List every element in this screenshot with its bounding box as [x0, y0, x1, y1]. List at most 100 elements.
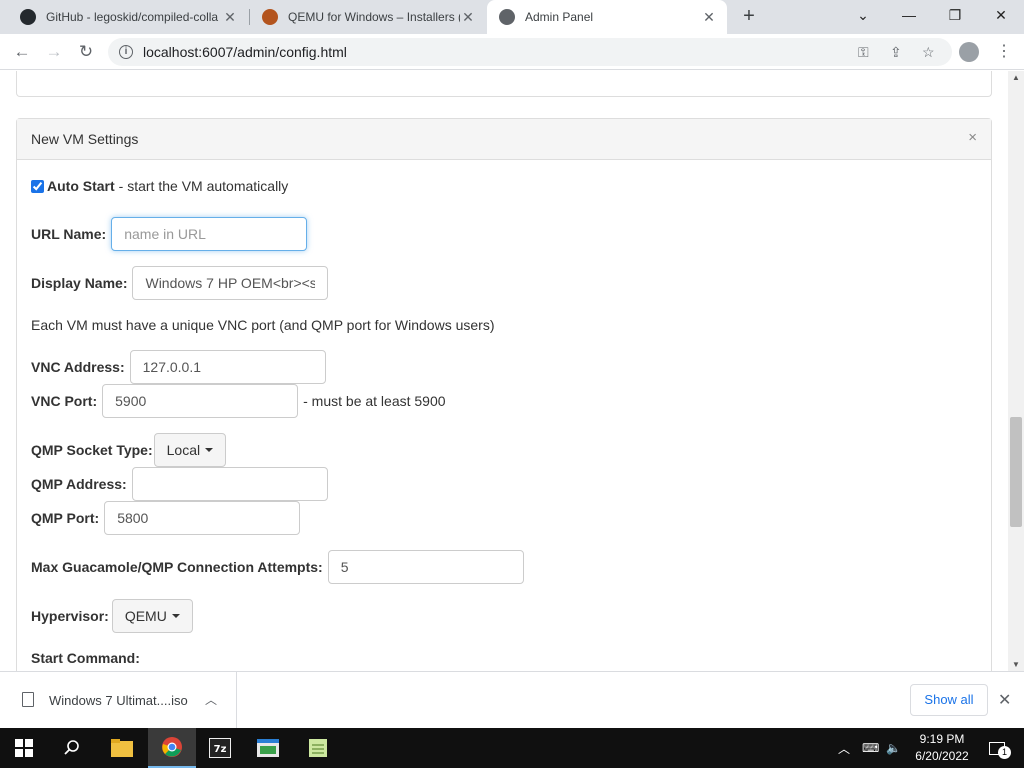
tab-title: QEMU for Windows – Installers (6 — [288, 10, 460, 24]
chevron-up-icon[interactable]: ︿ — [205, 691, 217, 708]
caret-down-icon — [205, 448, 214, 452]
close-icon[interactable]: ✕ — [998, 690, 1011, 710]
share-icon[interactable]: ⇪ — [890, 44, 902, 61]
file-explorer-button[interactable] — [98, 728, 146, 768]
max-attempts-input[interactable] — [327, 550, 524, 584]
notepad-icon — [309, 739, 327, 757]
new-tab-button[interactable]: + — [737, 5, 761, 29]
qmp-socket-type-label: QMP Socket Type: — [31, 442, 153, 458]
auto-start-checkbox[interactable] — [31, 179, 44, 193]
vnc-address-row: VNC Address: — [31, 350, 326, 384]
action-center-icon[interactable]: 1 — [984, 728, 1011, 768]
start-button[interactable] — [0, 728, 48, 768]
url-name-input[interactable] — [111, 217, 308, 251]
minimize-button[interactable]: — — [886, 0, 932, 30]
notification-count-badge: 1 — [998, 746, 1011, 759]
hypervisor-label: Hypervisor: — [31, 608, 109, 624]
scrollbar-thumb[interactable] — [1010, 417, 1022, 527]
close-icon[interactable]: ✕ — [222, 9, 238, 26]
forward-arrow-icon[interactable]: → — [42, 40, 66, 64]
vnc-port-hint: - must be at least 5900 — [303, 393, 446, 409]
qmp-port-input[interactable] — [104, 501, 301, 535]
close-icon[interactable]: ✕ — [701, 9, 717, 26]
profile-avatar[interactable] — [959, 42, 979, 62]
auto-start-description: - start the VM automatically — [118, 178, 289, 194]
scroll-up-arrow-icon[interactable]: ▲ — [1012, 73, 1020, 82]
address-bar[interactable]: i localhost:6007/admin/config.html — [108, 38, 952, 66]
window-close-button[interactable]: ✕ — [978, 0, 1024, 30]
vnc-port-input[interactable] — [102, 384, 299, 418]
show-hidden-icons-chevron-icon[interactable]: ︿ — [838, 728, 850, 768]
qmp-socket-type-row: QMP Socket Type: Local — [31, 433, 227, 467]
vnc-address-label: VNC Address: — [31, 359, 125, 375]
network-icon[interactable]: ⌨ — [862, 728, 879, 768]
display-name-input[interactable] — [132, 266, 329, 300]
display-name-label: Display Name: — [31, 275, 128, 291]
search-icon — [64, 740, 79, 755]
previous-panel — [16, 71, 992, 97]
clock-time: 9:19 PM — [919, 732, 965, 746]
maximize-button[interactable]: ❐ — [932, 0, 978, 30]
key-icon[interactable]: ⚿ — [858, 44, 869, 61]
page-viewport: New VM Settings × Auto Start - start the… — [0, 71, 1008, 671]
volume-icon[interactable]: 🔈 — [886, 728, 901, 768]
url-name-label: URL Name: — [31, 226, 107, 242]
page-scrollbar[interactable]: ▲ ▼ — [1008, 71, 1024, 671]
windows-logo-icon — [15, 739, 33, 757]
max-attempts-label: Max Guacamole/QMP Connection Attempts: — [31, 559, 323, 575]
panel-title: New VM Settings — [31, 131, 139, 147]
vnc-address-input[interactable] — [129, 350, 326, 384]
app-button[interactable] — [244, 728, 292, 768]
notepad-button[interactable] — [294, 728, 342, 768]
windows-taskbar: 7z ︿ ⌨ 🔈 9:19 PM 6/20/2022 1 — [0, 728, 1024, 768]
tab-admin-panel[interactable]: Admin Panel ✕ — [487, 0, 727, 34]
display-name-row: Display Name: — [31, 266, 329, 300]
auto-start-label: Auto Start — [47, 178, 115, 194]
globe-icon — [499, 9, 515, 25]
7zip-button[interactable]: 7z — [196, 728, 244, 768]
tab-github[interactable]: GitHub - legoskid/compiled-colla ✕ — [8, 0, 248, 34]
bookmark-star-icon[interactable]: ☆ — [922, 44, 935, 61]
chrome-icon — [162, 737, 182, 757]
auto-start-row: Auto Start - start the VM automatically — [31, 178, 288, 194]
svg-text:7z: 7z — [214, 744, 227, 755]
close-icon[interactable]: × — [968, 129, 977, 146]
caret-down-icon — [171, 614, 180, 618]
back-arrow-icon[interactable]: ← — [10, 40, 34, 64]
qmp-address-row: QMP Address: — [31, 467, 328, 501]
qmp-address-input[interactable] — [131, 467, 328, 501]
clock-date: 6/20/2022 — [915, 749, 969, 763]
reload-icon[interactable]: ↻ — [74, 40, 98, 64]
download-file-name: Windows 7 Ultimat....iso — [49, 693, 188, 708]
search-button[interactable] — [48, 728, 96, 768]
qmp-port-label: QMP Port: — [31, 510, 100, 526]
panel-heading: New VM Settings × — [17, 119, 991, 160]
tab-title: GitHub - legoskid/compiled-colla — [46, 10, 219, 24]
7zip-icon: 7z — [209, 738, 231, 758]
hypervisor-dropdown[interactable]: QEMU — [111, 599, 193, 633]
github-icon — [20, 9, 36, 25]
tab-qemu[interactable]: QEMU for Windows – Installers (6 ✕ — [250, 0, 486, 34]
menu-kebab-icon[interactable]: ⋮ — [996, 42, 1012, 62]
scroll-down-arrow-icon[interactable]: ▼ — [1012, 660, 1020, 669]
download-shelf: Windows 7 Ultimat....iso ︿ Show all ✕ — [0, 671, 1024, 728]
start-command-label: Start Command: — [31, 650, 140, 666]
qmp-port-row: QMP Port: — [31, 501, 301, 535]
download-item[interactable]: Windows 7 Ultimat....iso ︿ — [0, 672, 237, 728]
close-icon[interactable]: ✕ — [460, 9, 476, 26]
info-icon[interactable]: i — [119, 45, 133, 59]
qmp-socket-type-dropdown[interactable]: Local — [153, 433, 227, 467]
folder-icon — [111, 739, 133, 757]
vnc-port-row: VNC Port: - must be at least 5900 — [31, 384, 446, 418]
qmp-address-label: QMP Address: — [31, 476, 127, 492]
tab-search-chevron-icon[interactable]: ⌄ — [840, 0, 886, 30]
vnc-port-label: VNC Port: — [31, 393, 98, 409]
chrome-button[interactable] — [148, 728, 196, 768]
url-text: localhost:6007/admin/config.html — [143, 44, 347, 60]
file-icon — [22, 692, 34, 707]
hypervisor-value: QEMU — [124, 608, 167, 624]
system-clock[interactable]: 9:19 PM 6/20/2022 — [912, 731, 972, 765]
qmp-socket-type-value: Local — [166, 442, 201, 458]
show-all-button[interactable]: Show all — [910, 684, 988, 716]
vnc-note-row: Each VM must have a unique VNC port (and… — [31, 317, 495, 333]
